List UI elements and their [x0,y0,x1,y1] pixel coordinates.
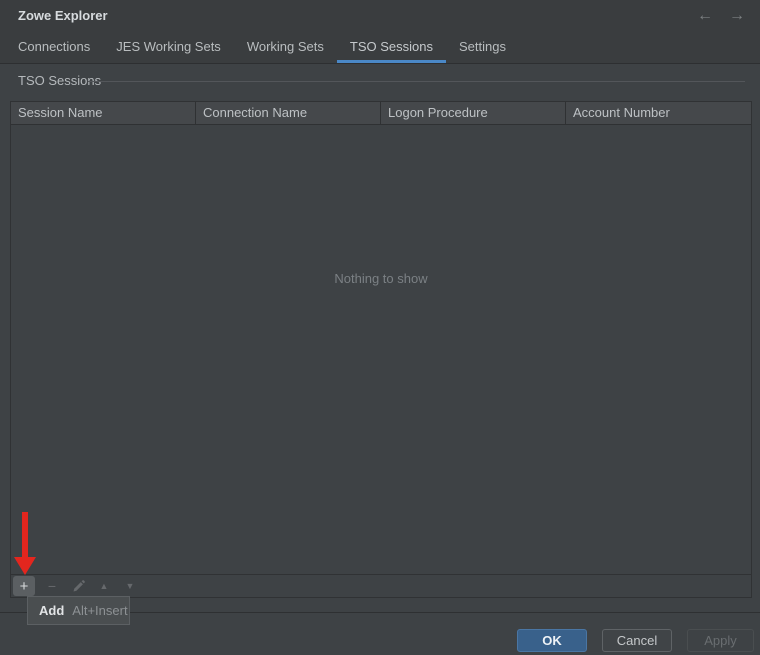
forward-icon[interactable]: → [726,5,748,27]
tab-connections[interactable]: Connections [5,36,103,63]
table-body: Nothing to show [11,125,751,574]
empty-state-text: Nothing to show [334,271,428,286]
move-up-button[interactable]: ▲ [91,576,117,596]
page-title: Zowe Explorer [18,8,108,23]
tab-tso-sessions[interactable]: TSO Sessions [336,36,446,63]
table-toolbar: + − ▲ ▼ [11,574,751,597]
add-tooltip: Add Alt+Insert [27,596,130,625]
tab-jes-working-sets[interactable]: JES Working Sets [103,36,234,63]
annotation-arrow-icon [14,512,36,575]
back-icon[interactable]: ← [694,5,716,27]
pencil-icon [72,579,85,593]
column-header-session-name[interactable]: Session Name [11,102,196,124]
tab-bar: Connections JES Working Sets Working Set… [5,36,519,63]
move-down-button[interactable]: ▼ [117,576,143,596]
edit-button[interactable] [65,576,91,596]
table-header-row: Session Name Connection Name Logon Proce… [11,102,751,125]
tooltip-label: Add [39,603,65,618]
tooltip-shortcut: Alt+Insert [72,603,128,618]
arrow-up-icon: ▲ [99,581,109,591]
column-header-logon-procedure[interactable]: Logon Procedure [381,102,566,124]
section-divider [88,81,745,82]
column-header-account-number[interactable]: Account Number [566,102,751,124]
tab-settings[interactable]: Settings [446,36,519,63]
history-nav: ← → [694,5,748,27]
apply-button[interactable]: Apply [687,629,754,652]
cancel-button[interactable]: Cancel [602,629,672,652]
remove-button[interactable]: − [39,576,65,596]
dialog-header: Zowe Explorer ← → Connections JES Workin… [0,0,760,64]
tso-sessions-table: Session Name Connection Name Logon Proce… [10,101,752,598]
tab-working-sets[interactable]: Working Sets [234,36,337,63]
column-header-connection-name[interactable]: Connection Name [196,102,381,124]
ok-button[interactable]: OK [517,629,587,652]
zowe-explorer-settings-dialog: Zowe Explorer ← → Connections JES Workin… [0,0,760,655]
arrow-down-icon: ▼ [125,581,135,591]
add-button[interactable]: + [13,576,35,596]
